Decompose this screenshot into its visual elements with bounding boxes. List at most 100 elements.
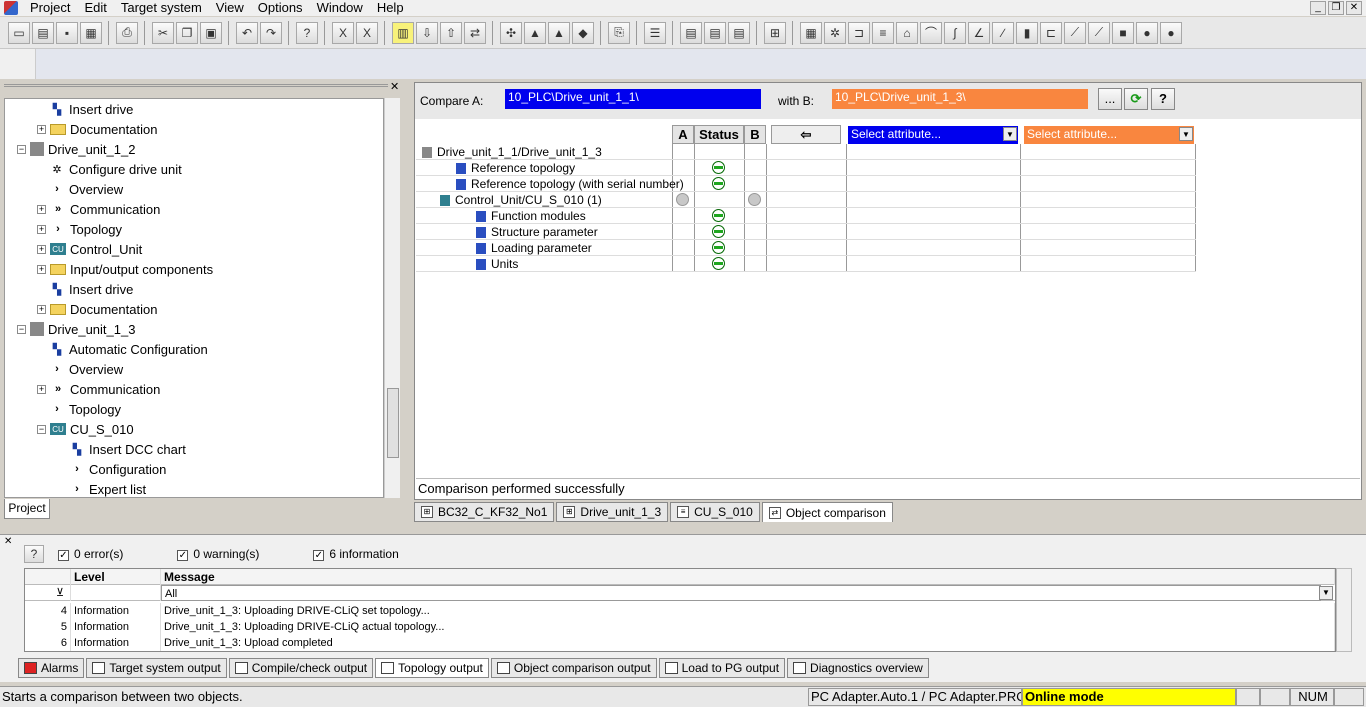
expand-icon[interactable]: + xyxy=(37,304,46,314)
chevron-down-icon[interactable]: ▼ xyxy=(1319,586,1333,600)
log-row[interactable]: 5 Information Drive_unit_1_3: Uploading DR… xyxy=(25,619,1335,635)
ramp-icon[interactable]: ⌂ xyxy=(896,21,918,44)
back-arrow-icon[interactable]: ⇦ xyxy=(771,125,841,144)
log-scrollbar[interactable] xyxy=(1336,568,1352,652)
online-icon[interactable]: ▥ xyxy=(392,21,414,44)
trace-icon[interactable]: ▤ xyxy=(680,21,702,44)
curve2-icon[interactable]: ∠ xyxy=(968,21,990,44)
menu-help[interactable]: Help xyxy=(371,0,412,16)
tree-item[interactable]: − CU CU_S_010 xyxy=(37,419,134,439)
upload-icon[interactable]: ⇧ xyxy=(440,21,462,44)
network-icon[interactable]: ✣ xyxy=(500,21,522,44)
compare-b-field[interactable]: 10_PLC\Drive_unit_1_3\ xyxy=(832,89,1088,109)
menu-edit[interactable]: Edit xyxy=(78,0,114,16)
expand-icon[interactable]: + xyxy=(37,224,46,234)
new-icon[interactable]: ▭ xyxy=(8,21,30,44)
undo-icon[interactable]: ↶ xyxy=(236,21,258,44)
tab-object-comparison[interactable]: ⇄ Object comparison xyxy=(761,502,893,522)
tree-item[interactable]: + » Communication xyxy=(37,379,160,399)
device2-icon[interactable]: ▲ xyxy=(548,21,570,44)
redo-icon[interactable]: ↷ xyxy=(260,21,282,44)
copy-ram-rom-icon[interactable]: ⎘ xyxy=(608,21,630,44)
expand-icon[interactable]: + xyxy=(37,204,46,214)
trace2-icon[interactable]: ▤ xyxy=(704,21,726,44)
context-help-icon[interactable]: ? xyxy=(296,21,318,44)
paste-icon[interactable]: ▣ xyxy=(200,21,222,44)
compare-a-field[interactable]: 10_PLC\Drive_unit_1_1\ xyxy=(505,89,761,109)
comparison-row[interactable]: Units xyxy=(416,256,1196,272)
print-icon[interactable]: ⎙ xyxy=(116,21,138,44)
tab-compile-check-output[interactable]: Compile/check output xyxy=(228,658,374,678)
expand-icon[interactable]: + xyxy=(37,124,46,134)
restore-icon[interactable]: ❐ xyxy=(1328,1,1344,15)
select-attribute-a[interactable]: Select attribute... ▼ xyxy=(848,126,1018,144)
tab-target-system-output[interactable]: Target system output xyxy=(86,658,227,678)
refresh-icon[interactable]: ⟳ xyxy=(1124,88,1148,110)
tree-item[interactable]: ▚ Insert drive xyxy=(49,279,134,299)
tree-item[interactable]: + Documentation xyxy=(37,299,157,319)
help-icon[interactable]: ? xyxy=(24,545,44,563)
tree-item[interactable]: + › Topology xyxy=(37,219,122,239)
grid-icon[interactable]: ▦ xyxy=(800,21,822,44)
step-icon[interactable]: ⊏ xyxy=(1040,21,1062,44)
circle-icon[interactable]: ● xyxy=(1136,21,1158,44)
tab-bc32[interactable]: ⊞ BC32_C_KF32_No1 xyxy=(414,502,555,522)
tab-diagnostics-overview[interactable]: Diagnostics overview xyxy=(787,658,929,678)
expand-icon[interactable]: + xyxy=(37,264,46,274)
copy-icon[interactable]: ❐ xyxy=(176,21,198,44)
expand-icon[interactable]: + xyxy=(37,244,46,254)
subscript-icon[interactable]: X xyxy=(332,21,354,44)
information-filter[interactable]: ✓ 6 information xyxy=(313,547,399,561)
save-icon[interactable]: ▪ xyxy=(56,21,78,44)
curve-icon[interactable]: ∫ xyxy=(944,21,966,44)
ramp2-icon[interactable]: ⌒ xyxy=(920,21,942,44)
errors-filter[interactable]: ✓ 0 error(s) xyxy=(58,547,123,561)
tab-topology-output[interactable]: Topology output xyxy=(375,658,489,678)
comparison-row[interactable]: Drive_unit_1_1/Drive_unit_1_3 xyxy=(416,144,1196,160)
close-output-icon[interactable]: ✕ xyxy=(4,536,12,547)
comparison-row[interactable]: Loading parameter xyxy=(416,240,1196,256)
tree-item[interactable]: › Overview xyxy=(49,359,123,379)
block-icon[interactable]: ▮ xyxy=(1016,21,1038,44)
close-icon[interactable]: ✕ xyxy=(1346,1,1362,15)
settings-icon[interactable]: ⊞ xyxy=(764,21,786,44)
close-panel-icon[interactable]: ✕ xyxy=(390,80,399,93)
message-filter-select[interactable]: All xyxy=(161,585,1321,601)
tab-drive-unit-1-3[interactable]: ⊞ Drive_unit_1_3 xyxy=(556,502,669,522)
help-icon[interactable]: ? xyxy=(1151,88,1175,110)
menu-window[interactable]: Window xyxy=(311,0,371,16)
tree-item[interactable]: ▚ Automatic Configuration xyxy=(49,339,208,359)
curve3-icon[interactable]: ∕ xyxy=(992,21,1014,44)
tree-item[interactable]: ▚ Insert DCC chart xyxy=(69,439,186,459)
device3-icon[interactable]: ◆ xyxy=(572,21,594,44)
minimize-icon[interactable]: _ xyxy=(1310,1,1326,15)
tree-item[interactable]: + » Communication xyxy=(37,199,160,219)
tree-item[interactable]: + CU Control_Unit xyxy=(37,239,142,259)
log-row[interactable]: 6 Information Drive_unit_1_3: Upload compl… xyxy=(25,635,1335,651)
menu-project[interactable]: Project xyxy=(24,0,78,16)
cut-icon[interactable]: ✂ xyxy=(152,21,174,44)
trace3-icon[interactable]: ▤ xyxy=(728,21,750,44)
log-row[interactable]: 4 Information Drive_unit_1_3: Uploading DR… xyxy=(25,603,1335,619)
comparison-row[interactable]: Reference topology xyxy=(416,160,1196,176)
tab-object-comparison-output[interactable]: Object comparison output xyxy=(490,658,657,678)
tab-alarms[interactable]: Alarms xyxy=(18,658,85,678)
comparison-row[interactable]: Reference topology (with serial number) xyxy=(416,176,1196,192)
object-comparison-icon[interactable]: ☰ xyxy=(644,21,666,44)
tab-project[interactable]: Project xyxy=(4,499,50,519)
save-compile-icon[interactable]: ▦ xyxy=(80,21,102,44)
gear-icon[interactable]: ✲ xyxy=(824,21,846,44)
browse-button[interactable]: ... xyxy=(1098,88,1122,110)
collapse-icon[interactable]: − xyxy=(17,144,26,154)
tree-item[interactable]: − Drive_unit_1_3 xyxy=(17,319,135,339)
tree-item[interactable]: ▚ Insert drive xyxy=(49,99,134,119)
tree-item[interactable]: › Topology xyxy=(49,399,121,419)
menu-options[interactable]: Options xyxy=(252,0,311,16)
download-icon[interactable]: ⇩ xyxy=(416,21,438,44)
comparison-row[interactable]: Function modules xyxy=(416,208,1196,224)
tree-scrollbar[interactable] xyxy=(384,98,400,498)
tree-item[interactable]: › Overview xyxy=(49,179,123,199)
comparison-row[interactable]: Structure parameter xyxy=(416,224,1196,240)
filter-icon[interactable]: ⊻ xyxy=(25,585,71,601)
filter-icon[interactable]: ≡ xyxy=(872,21,894,44)
